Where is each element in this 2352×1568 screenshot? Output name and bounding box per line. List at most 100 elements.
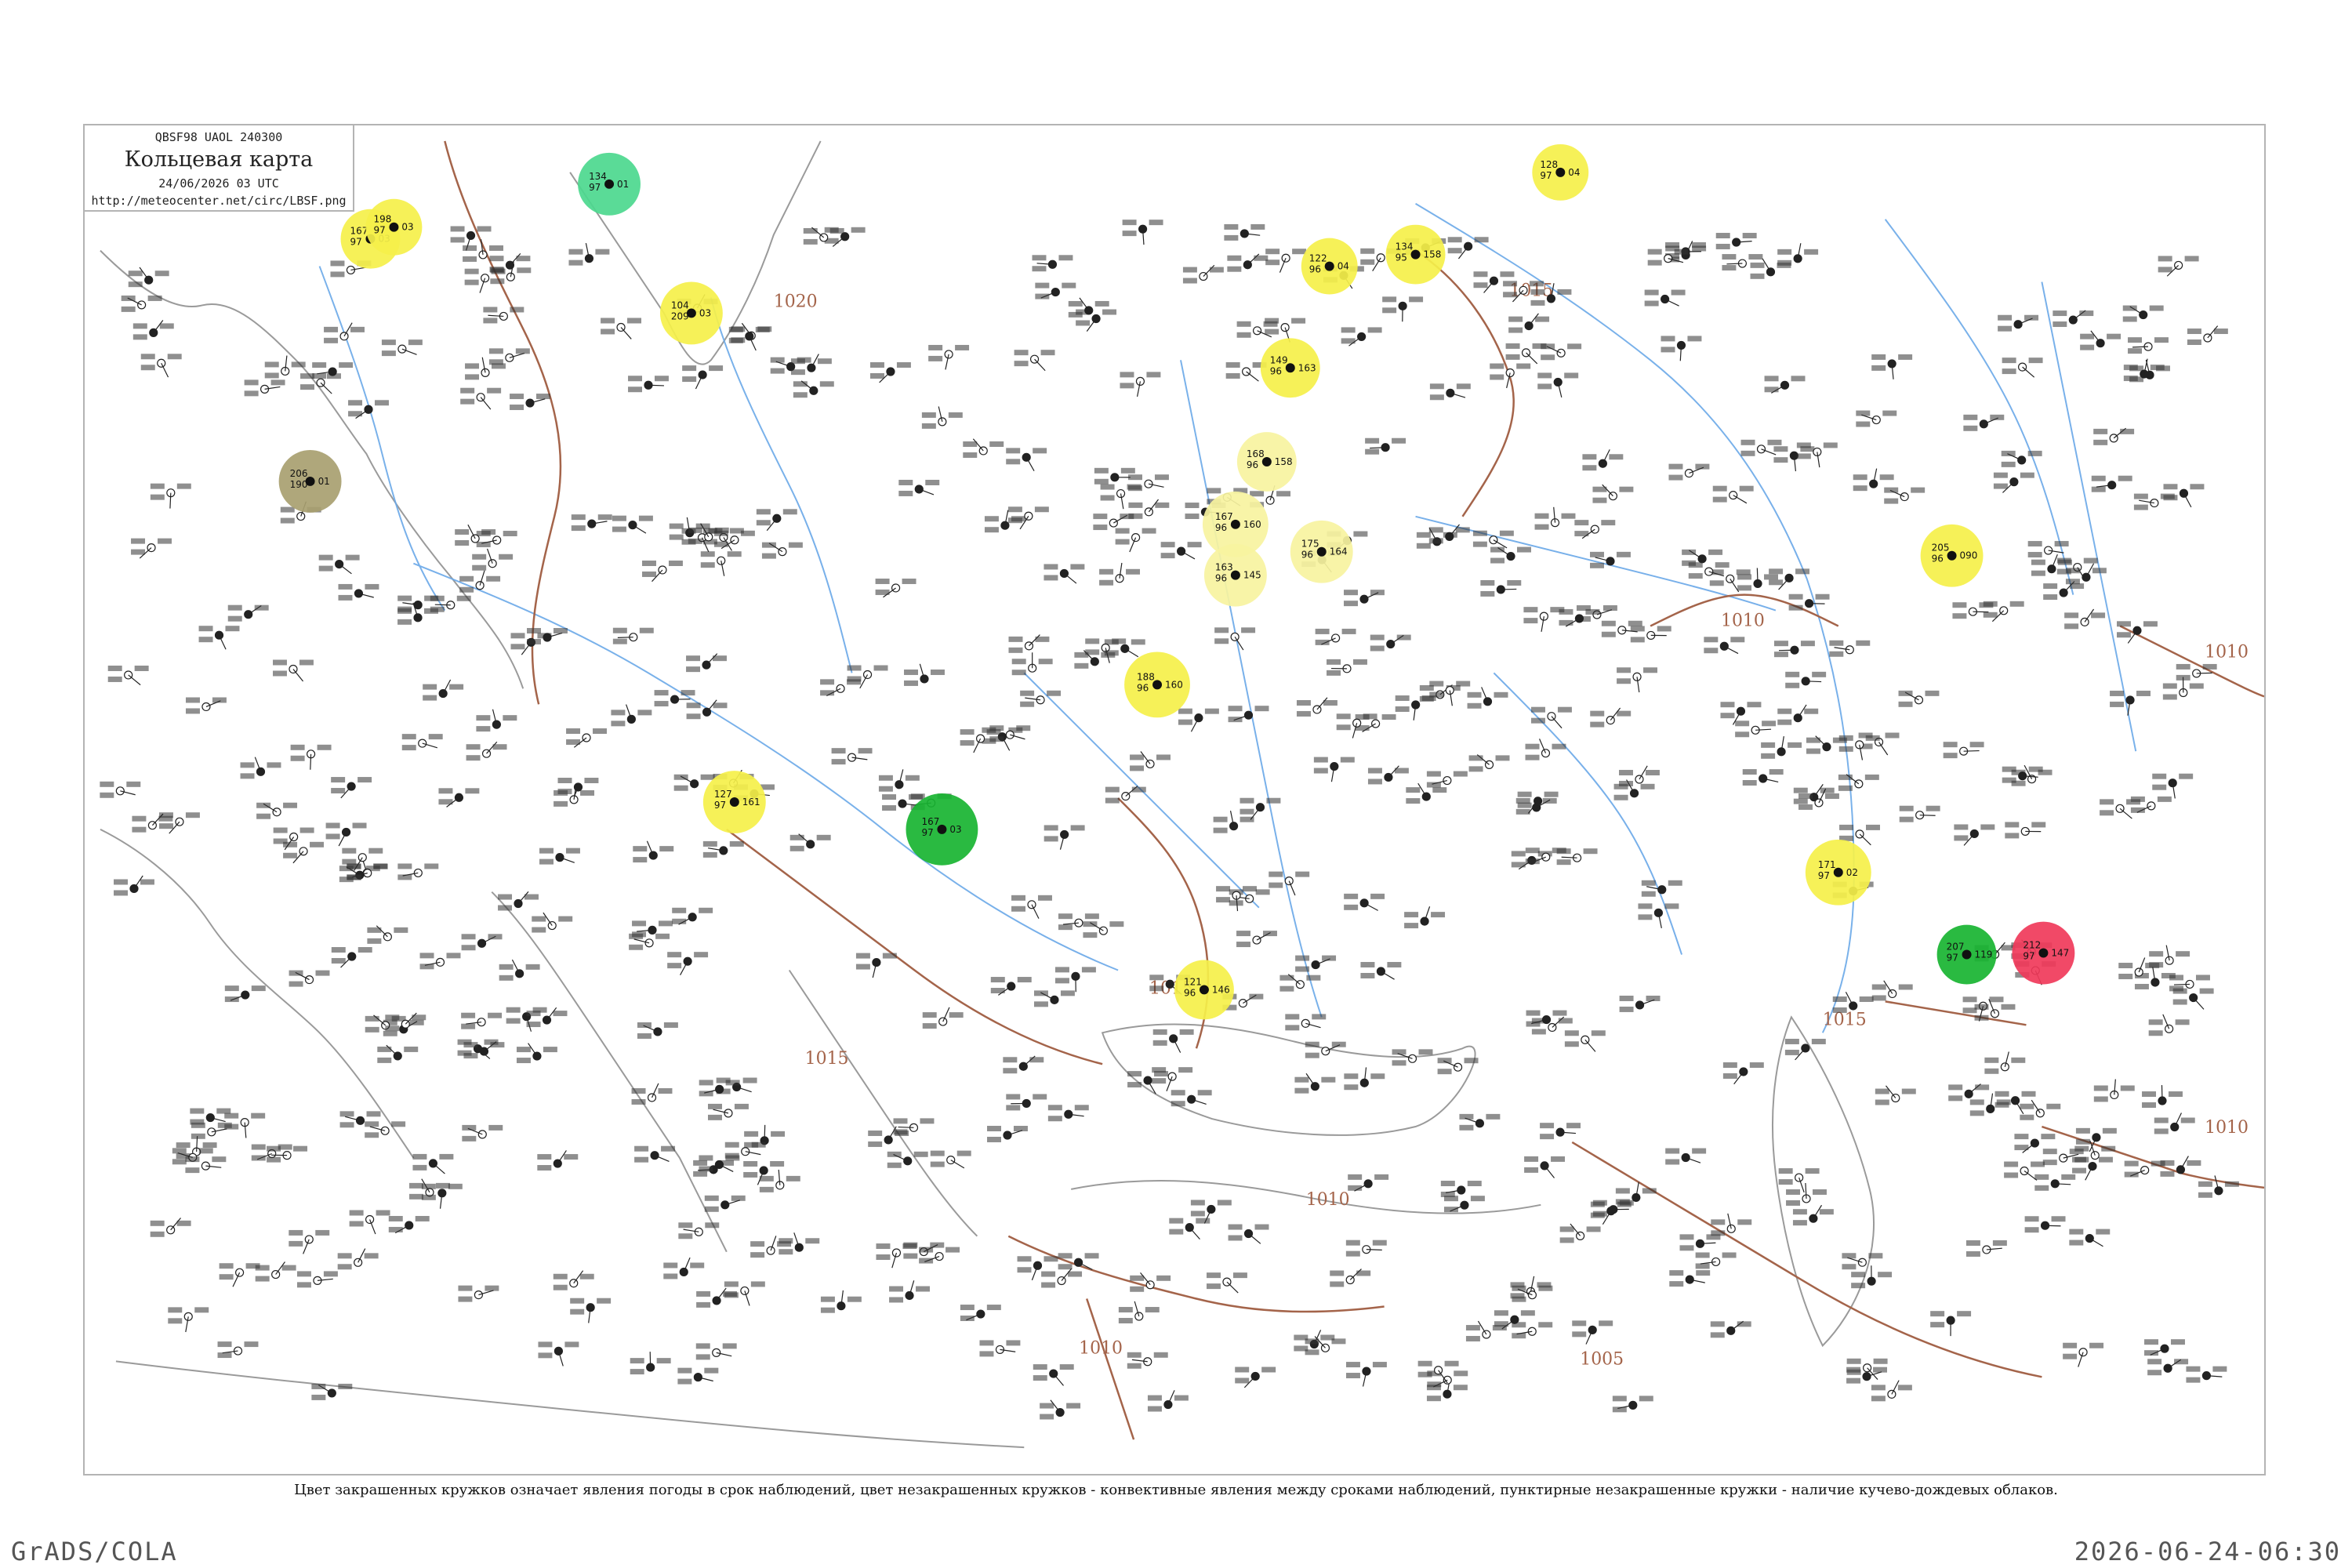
coastline-med-south xyxy=(115,1360,1025,1449)
station-plot xyxy=(1715,233,1757,249)
station-plot xyxy=(1668,463,1710,481)
station-plot xyxy=(672,907,713,925)
station-plot xyxy=(1856,410,1897,427)
station-tendency: 95 xyxy=(1396,252,1407,263)
station-plot xyxy=(1224,223,1265,241)
station-marker: 13497 01 xyxy=(578,152,641,216)
observation-time: 24/06/2026 03 UTC xyxy=(158,176,279,191)
station-plot xyxy=(2020,1099,2061,1120)
station-tendency: 97 xyxy=(373,225,385,236)
station-plot xyxy=(2080,330,2122,350)
station-plot xyxy=(1006,448,1047,471)
isobar-label: 1010 xyxy=(1079,1338,1123,1358)
station-plot xyxy=(1993,472,2034,493)
station-plot xyxy=(1644,289,1686,307)
station-plot xyxy=(921,406,963,429)
station-plot xyxy=(2117,621,2158,644)
station-plot xyxy=(2053,310,2094,328)
station-plot xyxy=(381,339,423,357)
station-plot xyxy=(1345,1362,1387,1387)
station-dewpoint: 02 xyxy=(1846,867,1858,878)
station-plot xyxy=(1612,1396,1653,1413)
station-plot xyxy=(1617,667,1658,693)
isobar-label: 1010 xyxy=(2205,1118,2249,1138)
station-plot xyxy=(1480,579,1522,597)
station-plot xyxy=(264,355,306,379)
station-plot xyxy=(1426,771,1468,788)
station-marker: 12196 146 xyxy=(1174,960,1234,1020)
station-plot xyxy=(1236,931,1277,948)
station-pressure: 205 xyxy=(1932,543,1950,554)
station-plot xyxy=(1313,757,1355,782)
station-pressure: 134 xyxy=(1396,241,1414,252)
station-plot xyxy=(1540,1123,1581,1140)
station-plot xyxy=(704,1195,746,1212)
station-plot xyxy=(1735,720,1777,738)
station-plot xyxy=(1838,774,1879,791)
station-plot xyxy=(498,891,539,911)
station-plot xyxy=(568,242,610,266)
station-plot xyxy=(553,1270,594,1290)
station-plot xyxy=(601,318,642,339)
station-plot xyxy=(2002,358,2043,378)
station-plot xyxy=(224,985,266,1003)
station-plot xyxy=(377,1044,419,1063)
station-plot xyxy=(463,1041,505,1059)
station-plot xyxy=(483,307,524,324)
station-plot xyxy=(461,934,503,951)
station-plot xyxy=(682,365,724,390)
station-tendency: 96 xyxy=(1215,522,1227,533)
station-plot xyxy=(869,362,911,383)
station-plot xyxy=(1443,1196,1485,1213)
station-tendency: 97 xyxy=(2023,951,2034,962)
station-plot xyxy=(2005,822,2046,839)
station-plot xyxy=(1965,1240,2007,1257)
isobar-label: 1005 xyxy=(1580,1349,1624,1369)
station-plot xyxy=(217,1341,259,1359)
station-plot xyxy=(2163,484,2205,508)
station-tendency: 96 xyxy=(1309,264,1321,275)
station-plot xyxy=(1512,1322,1553,1339)
station-plot xyxy=(630,1352,671,1375)
station-plot xyxy=(724,1281,765,1306)
station-plot xyxy=(1120,372,1161,397)
station-plot xyxy=(185,697,227,714)
station-tendency: 97 xyxy=(1818,870,1830,881)
legend-caption: Цвет закрашенных кружков означает явлени… xyxy=(294,1482,2058,1498)
station-plot xyxy=(150,483,191,509)
station-plot xyxy=(198,626,240,650)
station-dewpoint: 160 xyxy=(1243,519,1261,530)
station-tendency: 96 xyxy=(1137,682,1149,693)
station-marker: 18896 160 xyxy=(1124,652,1190,718)
station-plot xyxy=(1712,485,1754,504)
station-plot xyxy=(289,1229,330,1254)
station-tendency: 96 xyxy=(1215,573,1227,584)
station-dewpoint: 158 xyxy=(1275,456,1293,467)
station-dewpoint: 03 xyxy=(949,824,961,835)
station-tendency: 96 xyxy=(1270,365,1282,376)
station-plot xyxy=(2069,1229,2111,1247)
station-pressure: 121 xyxy=(1184,976,1202,987)
station-plot xyxy=(1505,343,1547,365)
station-plot xyxy=(634,1145,676,1163)
station-plot xyxy=(2091,475,2132,492)
station-plot xyxy=(2144,1339,2185,1356)
station-plot xyxy=(1147,1390,1189,1412)
station-plot xyxy=(878,769,920,792)
station-plot xyxy=(1047,1105,1089,1122)
station-plot xyxy=(185,1156,227,1174)
station-plot xyxy=(1447,237,1489,260)
station-plot xyxy=(633,840,674,863)
station-plot xyxy=(2130,796,2172,813)
station-plot xyxy=(423,679,464,701)
station-plot xyxy=(1160,542,1202,560)
station-plot xyxy=(2152,773,2194,799)
weather-map: 1020 1015 1015 1015 1010 1010 1010 1010 … xyxy=(83,124,2266,1475)
render-timestamp: 2026-06-24-06:30 xyxy=(2074,1537,2341,1566)
station-plot xyxy=(1871,1380,1912,1402)
station-plot xyxy=(667,952,709,975)
station-plot xyxy=(516,1043,557,1064)
station-plot xyxy=(462,1124,503,1142)
station-plot xyxy=(397,863,439,880)
station-plot xyxy=(401,734,443,751)
